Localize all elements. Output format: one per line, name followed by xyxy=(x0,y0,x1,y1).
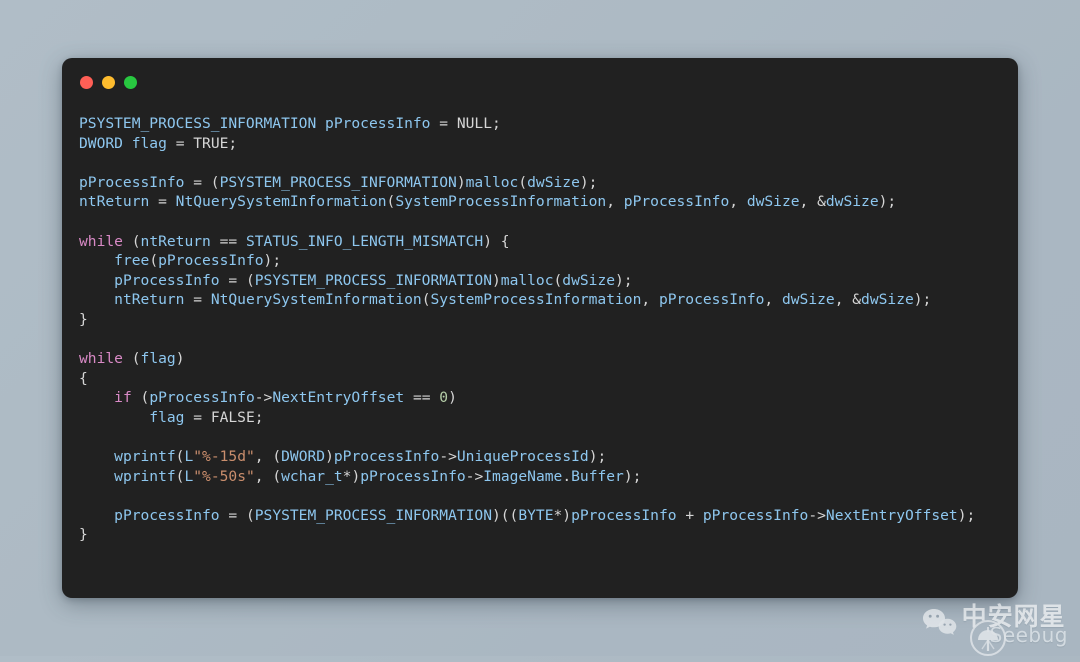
code-area[interactable]: PSYSTEM_PROCESS_INFORMATION pProcessInfo… xyxy=(62,106,1018,563)
code-line: PSYSTEM_PROCESS_INFORMATION pProcessInfo… xyxy=(79,115,501,132)
code-line-blank xyxy=(79,428,1000,448)
code-line: } xyxy=(79,311,88,328)
code-line: while (flag) xyxy=(79,350,184,367)
code-line: while (ntReturn == STATUS_INFO_LENGTH_MI… xyxy=(79,233,510,250)
code-line: pProcessInfo = (PSYSTEM_PROCESS_INFORMAT… xyxy=(79,272,633,289)
brand-name-en: Seebug xyxy=(990,625,1068,645)
code-line: pProcessInfo = (PSYSTEM_PROCESS_INFORMAT… xyxy=(79,174,597,191)
code-line: DWORD flag = TRUE; xyxy=(79,135,237,152)
code-line-blank xyxy=(79,212,1000,232)
brand-name-cn: 中安网星 xyxy=(962,604,1066,629)
code-line: wprintf(L"%-15d", (DWORD)pProcessInfo->U… xyxy=(79,448,606,465)
code-line: flag = FALSE; xyxy=(79,409,264,426)
code-line: free(pProcessInfo); xyxy=(79,252,281,269)
window-close-button[interactable] xyxy=(80,76,93,89)
code-line: ntReturn = NtQuerySystemInformation(Syst… xyxy=(79,193,896,210)
window-maximize-button[interactable] xyxy=(124,76,137,89)
code-line: wprintf(L"%-50s", (wchar_t*)pProcessInfo… xyxy=(79,468,641,485)
watermark: 中安网星 Seebug xyxy=(918,601,1068,648)
window-minimize-button[interactable] xyxy=(102,76,115,89)
code-window: PSYSTEM_PROCESS_INFORMATION pProcessInfo… xyxy=(62,58,1018,598)
wechat-icon xyxy=(918,601,960,648)
brand-block: 中安网星 Seebug xyxy=(962,604,1068,645)
code-line: ntReturn = NtQuerySystemInformation(Syst… xyxy=(79,291,931,308)
code-line: } xyxy=(79,526,88,543)
code-line: pProcessInfo = (PSYSTEM_PROCESS_INFORMAT… xyxy=(79,507,975,524)
code-block[interactable]: PSYSTEM_PROCESS_INFORMATION pProcessInfo… xyxy=(79,114,1000,545)
code-line-blank xyxy=(79,153,1000,173)
code-line-blank xyxy=(79,486,1000,506)
code-line-blank xyxy=(79,330,1000,350)
window-titlebar xyxy=(62,58,1018,106)
seebug-logo-icon xyxy=(968,618,1008,658)
code-line: if (pProcessInfo->NextEntryOffset == 0) xyxy=(79,389,457,406)
code-line: { xyxy=(79,370,88,387)
